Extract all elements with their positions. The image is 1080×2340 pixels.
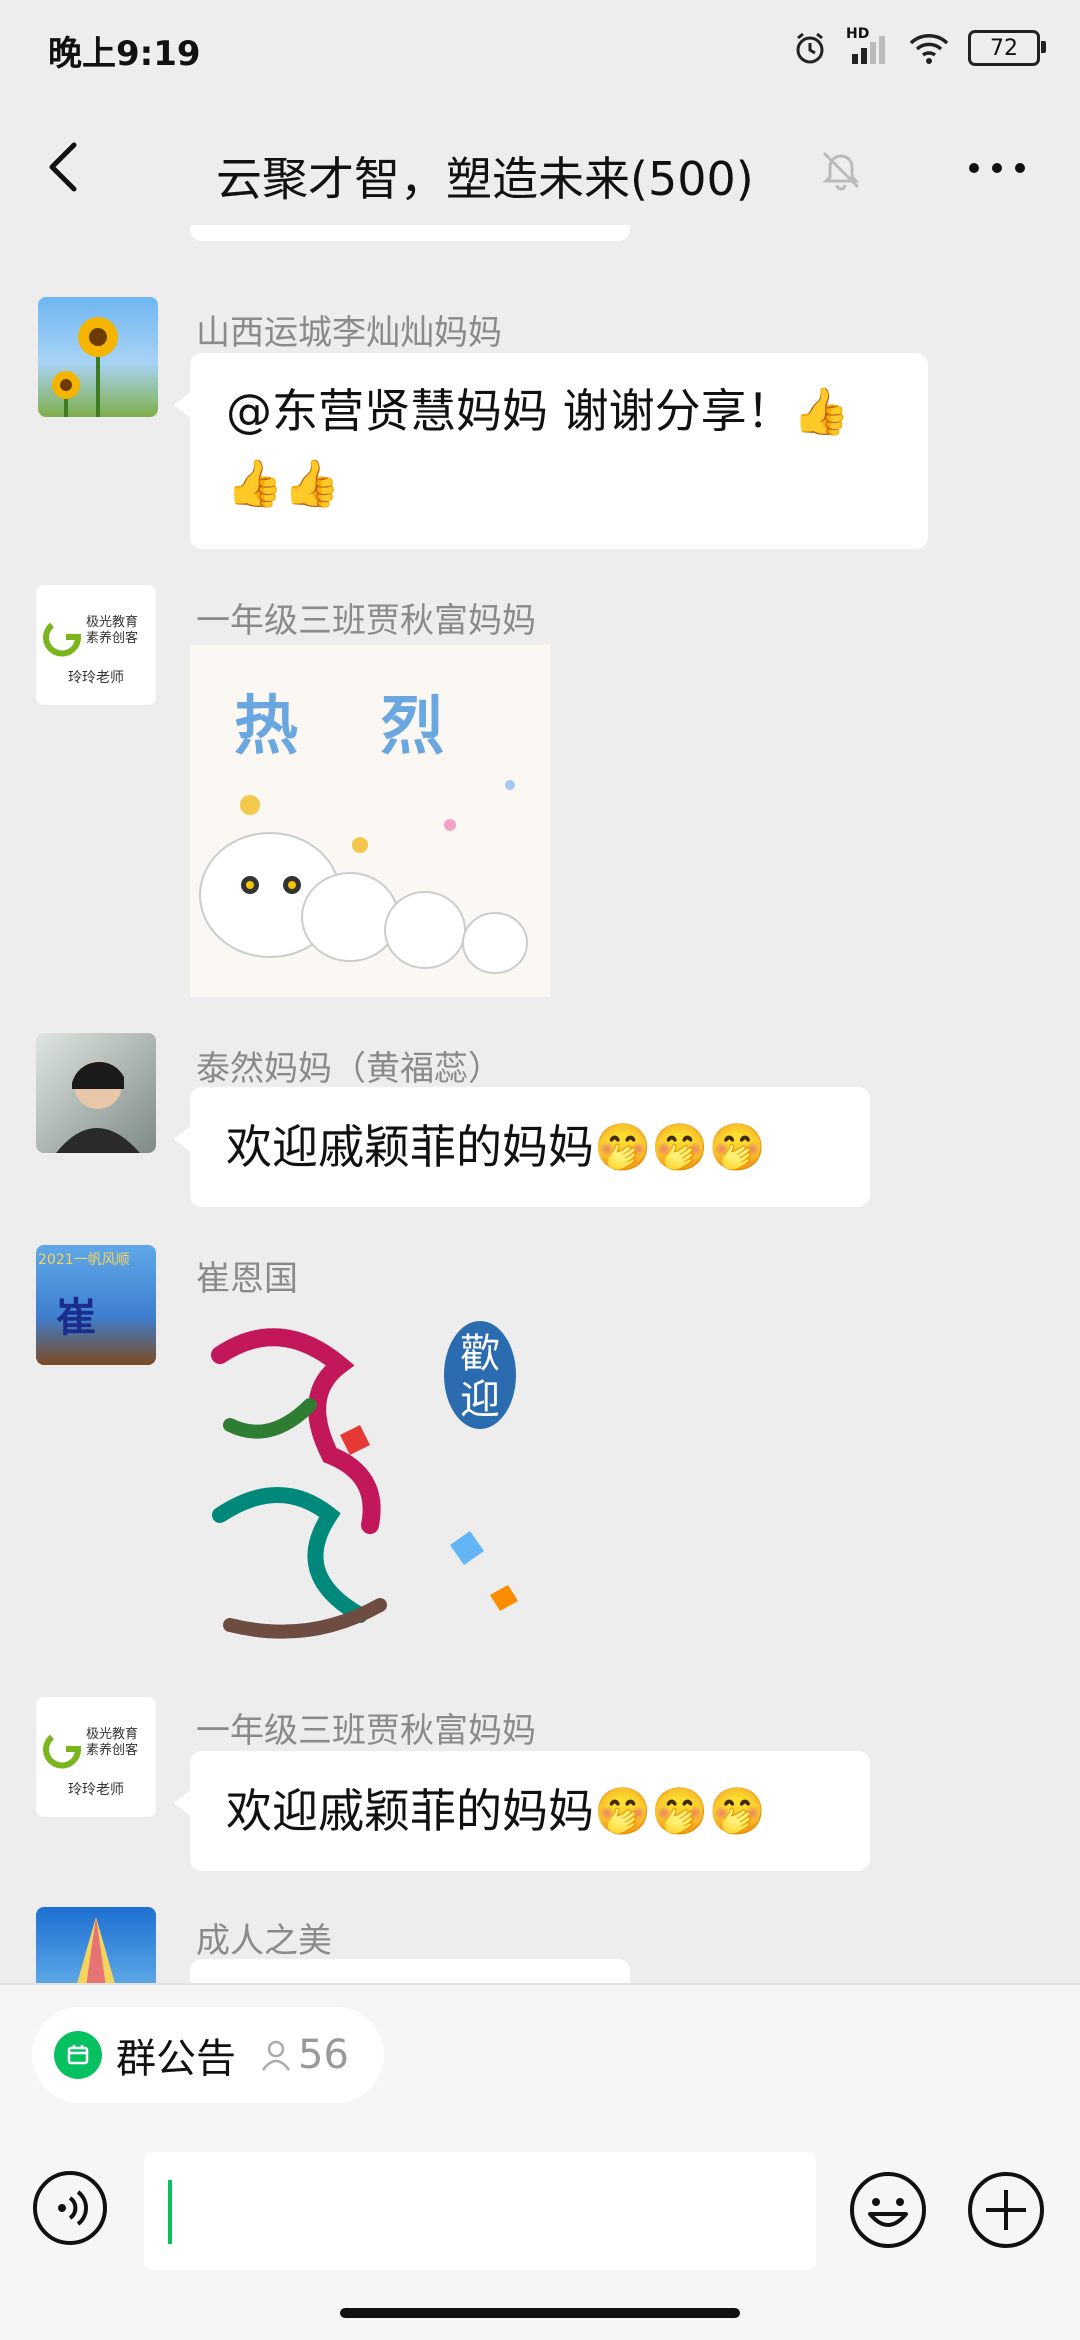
- wifi-icon: [909, 34, 949, 64]
- member-count-value: 56: [298, 2032, 349, 2078]
- sticker-text: 歡迎: [460, 1331, 500, 1423]
- member-count: 56: [258, 2032, 349, 2078]
- avatar-caption: 玲玲老师: [68, 1782, 124, 1798]
- avatar[interactable]: [36, 1907, 156, 1985]
- message-bubble[interactable]: @东营贤慧妈妈 谢谢分享！👍 👍👍: [174, 353, 928, 549]
- sender-name: 一年级三班贾秋富妈妈: [196, 1711, 536, 1751]
- avatar-char: 崔: [56, 1295, 96, 1341]
- smile-icon[interactable]: [848, 2170, 928, 2250]
- sender-name: 山西运城李灿灿妈妈: [196, 313, 502, 353]
- message-text: 👍👍: [226, 456, 341, 510]
- text-caret: [168, 2180, 172, 2244]
- home-indicator[interactable]: [340, 2308, 740, 2318]
- page-title: 云聚才智，塑造未来(500): [216, 152, 754, 206]
- message-text: 欢迎戚颖菲的妈妈🤭🤭🤭: [226, 1120, 766, 1174]
- avatar-caption: 玲玲老师: [68, 670, 124, 686]
- sender-name: 泰然妈妈（黄福蕊）: [196, 1049, 502, 1089]
- sticker-image[interactable]: 歡迎: [190, 1295, 550, 1665]
- avatar[interactable]: 2021一帆风顺 崔: [36, 1245, 156, 1365]
- network-label: HD: [846, 26, 870, 42]
- avatar[interactable]: 极光教育 素养创客 玲玲老师: [36, 1697, 156, 1817]
- notice-icon: [54, 2031, 102, 2079]
- person-icon: [261, 2040, 291, 2071]
- plus-circle-icon[interactable]: [966, 2170, 1046, 2250]
- avatar[interactable]: 极光教育 素养创客 玲玲老师: [36, 585, 156, 705]
- sticker-image[interactable]: 热 烈: [190, 645, 550, 997]
- message-bubble[interactable]: 欢迎戚颖菲的妈妈🤭🤭🤭: [174, 1087, 870, 1207]
- chat-screen: 晚上9:19 HD 72 云聚才智，塑造未来(500) 山西运城李灿灿妈妈 @东…: [0, 0, 1080, 2340]
- bell-off-icon: [822, 151, 860, 191]
- status-time: 晚上9:19: [48, 34, 201, 74]
- message-input[interactable]: [144, 2152, 816, 2270]
- message-bubble[interactable]: 欢迎戚颖菲的妈妈🤭🤭🤭: [174, 1751, 870, 1871]
- status-bar: 晚上9:19 HD 72: [0, 0, 1080, 95]
- sender-name: 崔恩国: [196, 1259, 298, 1299]
- message-bubble[interactable]: [190, 1959, 630, 1985]
- input-bar: [0, 2130, 1080, 2280]
- battery-indicator: 72: [968, 30, 1046, 66]
- status-icons: HD 72: [792, 26, 1046, 70]
- nav-bar: 云聚才智，塑造未来(500): [0, 115, 1080, 225]
- alarm-icon: [796, 32, 824, 64]
- message-text: @东营贤慧妈妈 谢谢分享！👍: [226, 384, 850, 438]
- avatar[interactable]: [38, 297, 158, 417]
- avatar-brand: 极光教育 素养创客: [86, 1727, 139, 1758]
- chevron-left-icon[interactable]: [36, 137, 96, 197]
- notice-label: 群公告: [116, 2036, 236, 2082]
- signal-icon: HD: [846, 26, 890, 66]
- chat-list[interactable]: 山西运城李灿灿妈妈 @东营贤慧妈妈 谢谢分享！👍 👍👍 极光教育 素养创客 玲玲…: [0, 225, 1080, 1985]
- sender-name: 成人之美: [196, 1921, 332, 1961]
- group-notice-chip[interactable]: 群公告 56: [32, 2007, 384, 2103]
- message-bubble-previous[interactable]: [190, 225, 630, 241]
- voice-icon[interactable]: [32, 2170, 108, 2246]
- avatar-text: 2021一帆风顺: [38, 1252, 130, 1268]
- avatar[interactable]: [36, 1033, 156, 1153]
- more-dots-icon[interactable]: [962, 143, 1032, 193]
- message-text: 欢迎戚颖菲的妈妈🤭🤭🤭: [226, 1784, 766, 1838]
- avatar-brand: 极光教育 素养创客: [86, 615, 139, 646]
- sender-name: 一年级三班贾秋富妈妈: [196, 601, 536, 641]
- battery-level: 72: [990, 35, 1018, 61]
